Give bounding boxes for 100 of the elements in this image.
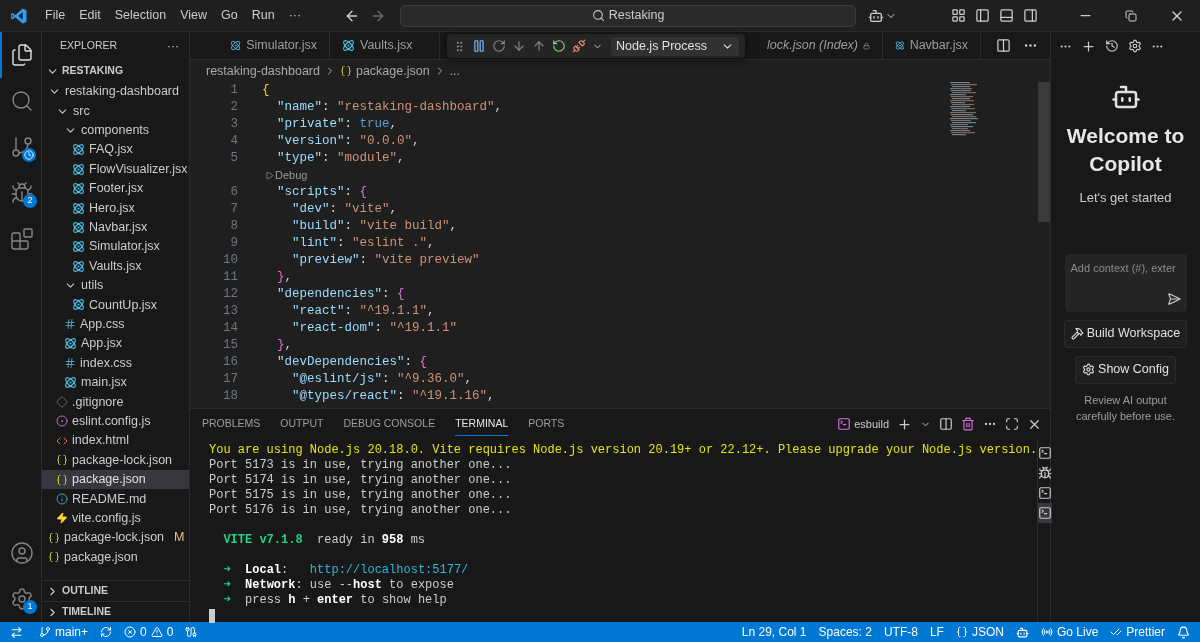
language-button[interactable]: JSON	[949, 622, 1010, 642]
show-config-button[interactable]: Show Config	[1075, 355, 1176, 384]
status-item[interactable]: UTF-8	[877, 622, 924, 642]
explorer-icon[interactable]	[10, 43, 34, 67]
tree-row[interactable]: Hero.jsx	[42, 198, 189, 218]
tree-row[interactable]: App.css	[42, 314, 189, 335]
chat-input-field[interactable]: Add context (#), exter	[1070, 259, 1181, 276]
tree-row[interactable]: Simulator.jsx	[42, 237, 189, 257]
status-item[interactable]: Spaces: 2	[812, 622, 878, 642]
sync-icon[interactable]	[100, 626, 113, 638]
tree-row[interactable]: App.jsx	[42, 334, 189, 354]
folder-row[interactable]: src	[42, 101, 189, 121]
tree-row[interactable]: eslint.config.js	[42, 411, 189, 432]
tree-row[interactable]: package-lock.json	[42, 450, 189, 470]
step-out-icon[interactable]	[532, 39, 546, 53]
tree-row[interactable]: package.json	[42, 469, 189, 490]
go-live-button[interactable]: Go Live	[1034, 622, 1105, 642]
workspace-title[interactable]: RESTAKING	[62, 63, 124, 79]
panel-tab[interactable]: DEBUG CONSOLE	[343, 412, 436, 436]
terminal-selector[interactable]: esbuild	[854, 415, 889, 433]
editor-tab[interactable]: Simulator.jsx	[218, 31, 330, 60]
tree-row[interactable]: CountUp.jsx	[42, 295, 189, 315]
tree-row[interactable]: .gitignore	[42, 392, 189, 412]
menu-item[interactable]: Edit	[72, 6, 108, 25]
split-terminal-icon[interactable]	[939, 417, 953, 431]
warning-icon[interactable]	[150, 626, 163, 638]
tree-row[interactable]: Footer.jsx	[42, 178, 189, 199]
folder-row[interactable]: restaking-dashboard	[42, 82, 189, 102]
tree-row[interactable]: FAQ.jsx	[42, 140, 189, 160]
copilot-icon[interactable]	[1015, 625, 1029, 639]
new-chat-icon[interactable]	[1081, 38, 1096, 54]
tree-row[interactable]: README.md	[42, 489, 189, 509]
breadcrumb-item[interactable]: package.json	[355, 61, 430, 81]
toggle-sidebar-icon[interactable]	[975, 8, 990, 23]
error-icon[interactable]	[124, 626, 137, 638]
split-editor-icon[interactable]	[996, 38, 1011, 53]
prettier-button[interactable]: Prettier	[1104, 622, 1171, 642]
folder-row[interactable]: components	[42, 120, 189, 141]
menu-item[interactable]: ···	[281, 6, 309, 25]
editor-tab[interactable]: lock.json (Index)	[755, 31, 883, 60]
toggle-secondary-sidebar-icon[interactable]	[1023, 8, 1038, 23]
pause-icon[interactable]	[472, 39, 486, 53]
warning-count[interactable]: 0	[166, 623, 174, 641]
status-item[interactable]: Ln 29, Col 1	[735, 622, 813, 642]
history-icon[interactable]	[1105, 39, 1119, 53]
command-center-search[interactable]: Restaking	[400, 4, 857, 27]
panel-tab[interactable]: OUTPUT	[280, 412, 324, 436]
panel-tab[interactable]: PROBLEMS	[202, 412, 261, 436]
new-terminal-icon[interactable]	[897, 416, 912, 432]
maximize-icon[interactable]	[1005, 417, 1019, 431]
branch-button[interactable]: main+	[33, 622, 95, 642]
editor-tab[interactable]: Navbar.jsx	[883, 31, 981, 60]
delete-icon[interactable]	[961, 417, 975, 431]
step-over-icon[interactable]	[492, 39, 506, 53]
breadcrumb-item[interactable]: ...	[449, 61, 461, 81]
tree-row[interactable]: vite.config.js	[42, 508, 189, 528]
section-title[interactable]: OUTLINE	[62, 583, 109, 599]
disconnect-icon[interactable]	[572, 39, 586, 53]
restart-icon[interactable]	[552, 39, 566, 53]
more-actions-button[interactable]: ···	[167, 37, 179, 55]
run-debug-icon[interactable]	[10, 181, 34, 205]
scrollbar-thumb[interactable]	[1038, 82, 1050, 222]
send-icon[interactable]	[1166, 291, 1181, 306]
tree-row[interactable]: FlowVisualizer.jsx	[42, 159, 189, 179]
build-workspace-button[interactable]: Build Workspace	[1063, 319, 1188, 348]
menu-item[interactable]: Go	[214, 6, 245, 25]
menu-item[interactable]: File	[38, 6, 73, 25]
tree-row[interactable]: package-lock.json M	[42, 528, 189, 548]
source-control-icon[interactable]	[10, 135, 34, 159]
terminal-instance[interactable]	[1038, 503, 1053, 523]
search-icon[interactable]	[10, 89, 34, 113]
tree-row[interactable]: index.html	[42, 431, 189, 451]
plug-icon[interactable]	[185, 626, 198, 638]
breadcrumb-item[interactable]: restaking-dashboard	[206, 61, 320, 81]
bell-icon[interactable]	[1177, 625, 1190, 639]
settings-icon[interactable]	[1128, 39, 1142, 53]
tree-row[interactable]: index.css	[42, 353, 189, 373]
extensions-icon[interactable]	[10, 227, 34, 251]
codelens-link[interactable]: Debug	[275, 167, 308, 184]
menu-item[interactable]: View	[173, 6, 214, 25]
section-title[interactable]: TIMELINE	[62, 604, 111, 620]
copilot-icon[interactable]	[868, 7, 885, 24]
restore-icon[interactable]	[1125, 9, 1137, 22]
folder-row[interactable]: utils	[42, 275, 189, 296]
settings-icon[interactable]	[10, 587, 34, 611]
editor-tab[interactable]: Vaults.jsx	[330, 31, 440, 60]
step-into-icon[interactable]	[512, 39, 526, 53]
panel-tab[interactable]: PORTS	[528, 412, 565, 436]
tree-row[interactable]: main.jsx	[42, 372, 189, 393]
account-icon[interactable]	[10, 541, 34, 565]
tree-row[interactable]: Vaults.jsx	[42, 256, 189, 276]
menu-item[interactable]: Selection	[107, 6, 174, 25]
menu-item[interactable]: Run	[244, 6, 282, 25]
status-item[interactable]: LF	[923, 622, 950, 642]
error-count[interactable]: 0	[140, 623, 147, 641]
tree-row[interactable]: package.json	[42, 547, 189, 567]
layout-icon[interactable]	[951, 8, 966, 23]
panel-tab[interactable]: TERMINAL	[455, 411, 509, 437]
debug-target-dropdown[interactable]: Node.js Process	[611, 36, 739, 56]
tree-row[interactable]: Navbar.jsx	[42, 217, 189, 238]
